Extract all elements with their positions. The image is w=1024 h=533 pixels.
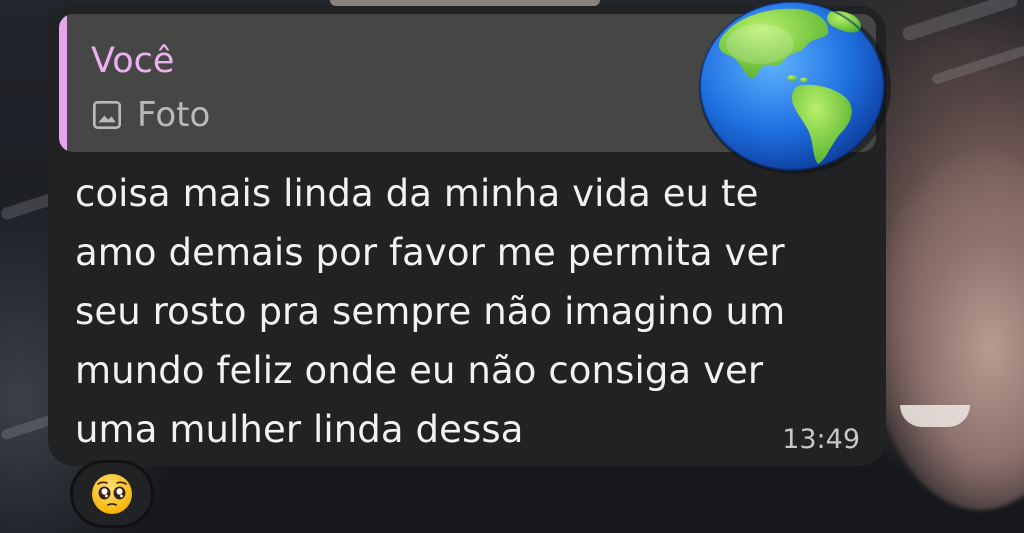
wallpaper-smile <box>900 405 970 427</box>
reply-media-type: Foto <box>91 94 210 136</box>
message-timestamp: 13:49 <box>782 424 860 455</box>
globe-americas-icon <box>699 1 891 174</box>
reply-accent-bar <box>59 14 67 152</box>
reply-author: Você <box>91 41 175 81</box>
pleading-face-emoji-icon <box>92 474 132 514</box>
image-icon <box>93 101 121 129</box>
wallpaper-hair-streak <box>900 0 1020 43</box>
wallpaper-face <box>870 150 1024 510</box>
wallpaper-hair-streak <box>930 44 1024 86</box>
reply-type-label: Foto <box>137 95 211 135</box>
message-text: coisa mais linda da minha vida eu te amo… <box>75 172 786 451</box>
message-reaction[interactable] <box>70 460 154 528</box>
